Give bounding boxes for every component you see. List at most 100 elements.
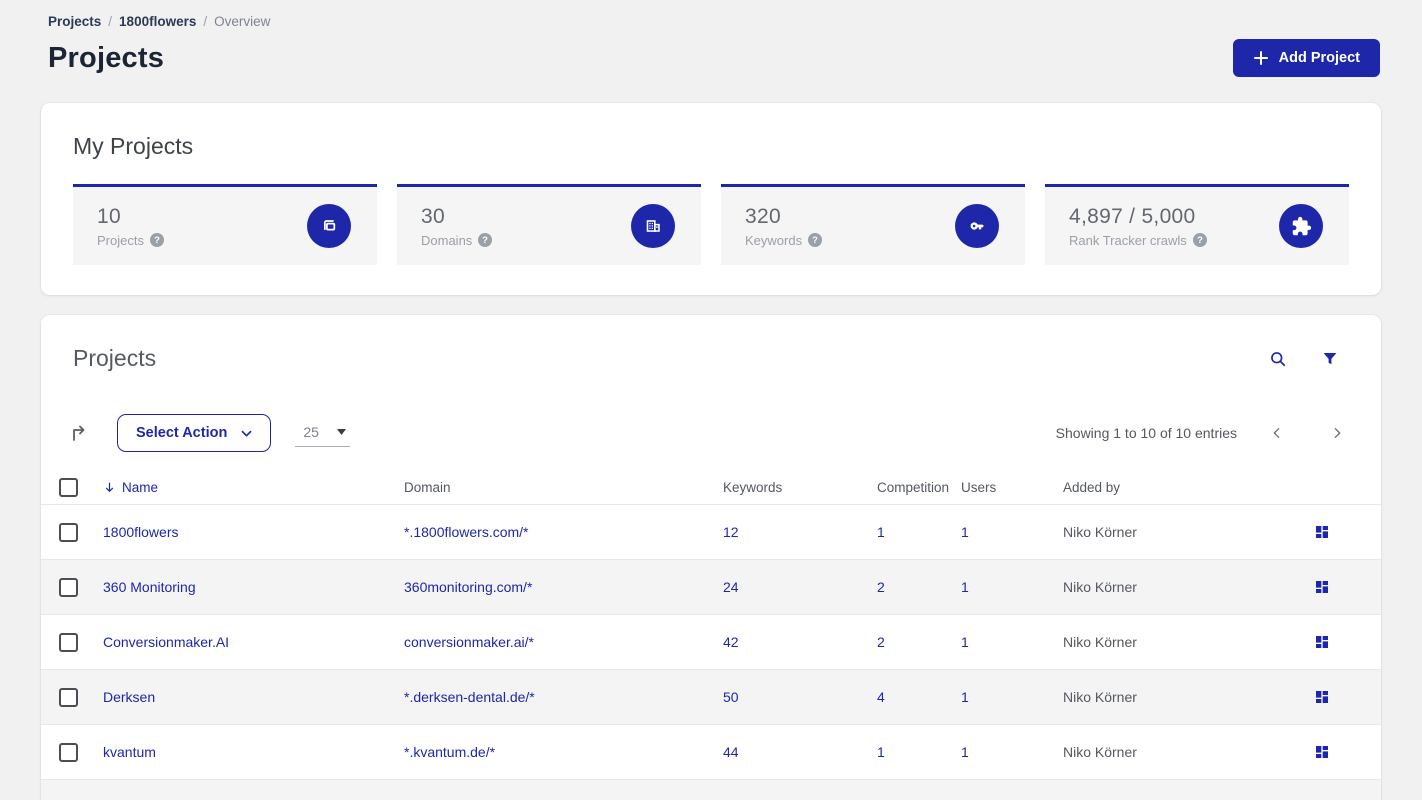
- select-action-label: Select Action: [136, 425, 228, 441]
- prev-page-icon[interactable]: [1265, 421, 1289, 445]
- column-header-added-by[interactable]: Added by: [1063, 480, 1262, 495]
- add-project-label: Add Project: [1278, 50, 1360, 66]
- page-size-value: 25: [303, 423, 319, 440]
- add-project-button[interactable]: Add Project: [1232, 39, 1380, 77]
- svg-text:?: ?: [1197, 235, 1203, 246]
- breadcrumb: Projects / 1800flowers / Overview: [48, 14, 1380, 29]
- users-count-link[interactable]: 1: [961, 579, 969, 595]
- project-domain-link[interactable]: *.kvantum.de/*: [404, 744, 495, 760]
- added-by-value: Niko Körner: [1063, 579, 1137, 595]
- row-checkbox[interactable]: [59, 522, 78, 542]
- column-header-keywords[interactable]: Keywords: [723, 480, 877, 495]
- added-by-value: Niko Körner: [1063, 744, 1137, 760]
- help-icon[interactable]: ?: [1192, 233, 1207, 247]
- project-domain-link[interactable]: conversionmaker.ai/*: [404, 634, 534, 650]
- keywords-count-link[interactable]: 12: [723, 524, 739, 540]
- stat-card-keywords: 320 Keywords ?: [721, 184, 1025, 265]
- select-caret-icon: [336, 428, 346, 435]
- project-name-link[interactable]: 1800flowers: [103, 524, 179, 540]
- competition-count-link[interactable]: 1: [877, 744, 885, 760]
- keywords-count-link[interactable]: 42: [723, 634, 739, 650]
- filter-icon[interactable]: [1319, 348, 1341, 370]
- key-icon: [955, 204, 999, 248]
- my-projects-title: My Projects: [73, 133, 194, 159]
- keywords-count-label: Keywords: [745, 232, 803, 248]
- help-icon[interactable]: ?: [478, 233, 493, 247]
- column-header-users[interactable]: Users: [961, 480, 1063, 495]
- project-name-link[interactable]: 360 Monitoring: [103, 579, 196, 595]
- stat-card-domains: 30 Domains ?: [397, 184, 701, 265]
- column-header-domain[interactable]: Domain: [404, 480, 723, 495]
- chevron-down-icon: [239, 426, 254, 441]
- breadcrumb-overview: Overview: [214, 14, 271, 29]
- projects-panel-title: Projects: [73, 345, 157, 371]
- competition-count-link[interactable]: 1: [877, 524, 885, 540]
- projects-table-panel: Projects Select Action 25 Showing 1 to 1…: [41, 315, 1381, 800]
- users-count-link[interactable]: 1: [961, 634, 969, 650]
- table-row: 1800flowers *.1800flowers.com/* 12 1 1 N…: [41, 504, 1381, 559]
- dashboard-icon[interactable]: [1312, 742, 1332, 762]
- crawls-count-label: Rank Tracker crawls: [1069, 232, 1187, 248]
- stat-card-projects: 10 Projects ?: [73, 184, 377, 265]
- project-domain-link[interactable]: *.1800flowers.com/*: [404, 524, 529, 540]
- project-name-link[interactable]: kvantum: [103, 744, 156, 760]
- breadcrumb-separator: /: [108, 14, 113, 29]
- added-by-value: Niko Körner: [1063, 524, 1137, 540]
- plus-icon: [1253, 50, 1269, 66]
- users-count-link[interactable]: 1: [961, 524, 969, 540]
- project-domain-link[interactable]: *.derksen-dental.de/*: [404, 689, 535, 705]
- help-icon[interactable]: ?: [808, 233, 823, 247]
- users-count-link[interactable]: 1: [961, 744, 969, 760]
- project-domain-link[interactable]: 360monitoring.com/*: [404, 579, 532, 595]
- page-size-select[interactable]: 25: [295, 420, 350, 447]
- breadcrumb-1800flowers[interactable]: 1800flowers: [119, 14, 196, 29]
- competition-count-link[interactable]: 4: [877, 689, 885, 705]
- export-arrow-icon[interactable]: [67, 421, 91, 445]
- column-header-name[interactable]: Name: [103, 480, 404, 495]
- svg-text:?: ?: [812, 235, 818, 246]
- project-name-link[interactable]: Derksen: [103, 689, 155, 705]
- table-header-row: Name Domain Keywords Competition Users A…: [41, 470, 1381, 504]
- help-icon[interactable]: ?: [149, 233, 164, 247]
- row-checkbox[interactable]: [59, 577, 78, 597]
- projects-count: 10: [97, 204, 121, 228]
- competition-count-link[interactable]: 2: [877, 634, 885, 650]
- sort-desc-icon: [103, 481, 116, 494]
- table-row: Conversionmaker.AI conversionmaker.ai/* …: [41, 614, 1381, 669]
- column-header-competition[interactable]: Competition: [877, 480, 961, 495]
- projects-copy-icon: [307, 204, 351, 248]
- dashboard-icon[interactable]: [1312, 522, 1332, 542]
- competition-count-link[interactable]: 2: [877, 579, 885, 595]
- dashboard-icon[interactable]: [1312, 687, 1332, 707]
- select-action-dropdown[interactable]: Select Action: [117, 414, 272, 452]
- row-checkbox[interactable]: [59, 742, 78, 762]
- crawls-count: 4,897 / 5,000: [1069, 204, 1196, 228]
- next-page-icon[interactable]: [1325, 421, 1349, 445]
- row-checkbox[interactable]: [59, 632, 78, 652]
- stat-card-crawls: 4,897 / 5,000 Rank Tracker crawls ?: [1045, 184, 1349, 265]
- search-icon[interactable]: [1266, 347, 1290, 371]
- table-row: Derksen *.derksen-dental.de/* 50 4 1 Nik…: [41, 669, 1381, 724]
- pagination-status: Showing 1 to 10 of 10 entries: [1055, 425, 1237, 441]
- select-all-checkbox[interactable]: [59, 477, 78, 497]
- row-checkbox[interactable]: [59, 687, 78, 707]
- svg-text:?: ?: [154, 235, 160, 246]
- project-name-link[interactable]: Conversionmaker.AI: [103, 634, 229, 650]
- keywords-count-link[interactable]: 50: [723, 689, 739, 705]
- domains-count: 30: [421, 204, 445, 228]
- building-icon: [631, 204, 675, 248]
- stat-cards: 10 Projects ? 30 Domains ? 320 Keywords …: [73, 184, 1349, 265]
- table-toolbar: Select Action 25 Showing 1 to 10 of 10 e…: [73, 414, 1349, 452]
- table-row: kvantum *.kvantum.de/* 44 1 1 Niko Körne…: [41, 724, 1381, 779]
- breadcrumb-projects[interactable]: Projects: [48, 14, 101, 29]
- top-bar: Projects / 1800flowers / Overview Projec…: [0, 0, 1422, 77]
- keywords-count-link[interactable]: 44: [723, 744, 739, 760]
- keywords-count-link[interactable]: 24: [723, 579, 739, 595]
- svg-text:?: ?: [482, 235, 488, 246]
- added-by-value: Niko Körner: [1063, 689, 1137, 705]
- users-count-link[interactable]: 1: [961, 689, 969, 705]
- dashboard-icon[interactable]: [1312, 577, 1332, 597]
- table-row: 360 Monitoring 360monitoring.com/* 24 2 …: [41, 559, 1381, 614]
- dashboard-icon[interactable]: [1312, 632, 1332, 652]
- page-title: Projects: [48, 41, 165, 74]
